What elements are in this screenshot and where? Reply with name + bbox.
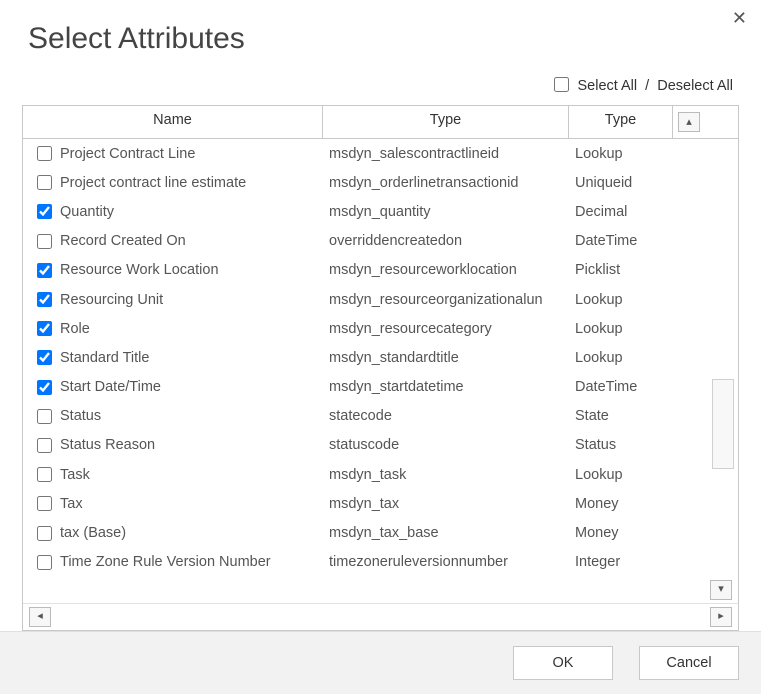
- row-type2: Decimal: [569, 204, 673, 220]
- row-type1: msdyn_quantity: [323, 204, 569, 220]
- table-row[interactable]: Record Created On overriddencreatedonDate…: [23, 227, 738, 256]
- row-name-label: Standard Title: [60, 350, 149, 366]
- row-name-label: Task: [60, 467, 90, 483]
- row-name-label: Status Reason: [60, 437, 155, 453]
- grid-body: Project Contract Line msdyn_salescontract…: [23, 139, 738, 577]
- select-all-separator: /: [641, 78, 653, 94]
- row-type2: Uniqueid: [569, 175, 673, 191]
- table-row[interactable]: Resourcing Unit msdyn_resourceorganizatio…: [23, 285, 738, 314]
- row-type2: Integer: [569, 554, 673, 570]
- row-checkbox[interactable]: [37, 467, 52, 482]
- row-name-label: Tax: [60, 496, 83, 512]
- cancel-button[interactable]: Cancel: [639, 646, 739, 680]
- row-type2: Status: [569, 437, 673, 453]
- row-checkbox[interactable]: [37, 175, 52, 190]
- row-name-label: Resourcing Unit: [60, 292, 163, 308]
- ok-button[interactable]: OK: [513, 646, 613, 680]
- table-row[interactable]: Resource Work Location msdyn_resourcework…: [23, 256, 738, 285]
- column-header-name[interactable]: Name: [23, 106, 323, 138]
- row-type1: msdyn_salescontractlineid: [323, 146, 569, 162]
- row-name-label: Record Created On: [60, 233, 186, 249]
- column-header-type1[interactable]: Type: [323, 106, 569, 138]
- row-checkbox[interactable]: [37, 263, 52, 278]
- scroll-up-icon[interactable]: ▴: [678, 112, 700, 132]
- attributes-grid: Name Type Type ▴ Project Contract Line ms…: [22, 105, 739, 631]
- row-type1: msdyn_tax: [323, 496, 569, 512]
- row-type1: msdyn_resourceworklocation: [323, 262, 569, 278]
- row-checkbox[interactable]: [37, 321, 52, 336]
- row-type1: msdyn_resourceorganizationalun: [323, 292, 569, 308]
- row-type1: msdyn_standardtitle: [323, 350, 569, 366]
- row-type1: statuscode: [323, 437, 569, 453]
- row-type1: msdyn_tax_base: [323, 525, 569, 541]
- scroll-down-area: ▾: [23, 577, 738, 603]
- table-row[interactable]: Quantity msdyn_quantityDecimal: [23, 197, 738, 226]
- row-type2: Money: [569, 496, 673, 512]
- horizontal-scrollbar: ◂ ▸: [23, 603, 738, 630]
- row-name-label: Project contract line estimate: [60, 175, 246, 191]
- row-type1: overriddencreatedon: [323, 233, 569, 249]
- table-row[interactable]: Tax msdyn_taxMoney: [23, 489, 738, 518]
- scroll-down-icon[interactable]: ▾: [710, 580, 732, 600]
- row-type2: Lookup: [569, 292, 673, 308]
- dialog-footer: OK Cancel: [0, 631, 761, 694]
- row-name-label: Start Date/Time: [60, 379, 161, 395]
- select-all-bar: Select All / Deselect All: [0, 70, 761, 105]
- select-attributes-dialog: ✕ Select Attributes Select All / Deselec…: [0, 0, 761, 679]
- row-type2: Lookup: [569, 467, 673, 483]
- close-icon[interactable]: ✕: [732, 8, 747, 29]
- row-type2: DateTime: [569, 379, 673, 395]
- row-checkbox[interactable]: [37, 555, 52, 570]
- table-row[interactable]: Status statecodeState: [23, 402, 738, 431]
- column-header-type2[interactable]: Type: [569, 106, 673, 138]
- row-type2: State: [569, 408, 673, 424]
- grid-header: Name Type Type ▴: [23, 106, 738, 139]
- row-type1: msdyn_resourcecategory: [323, 321, 569, 337]
- row-type1: msdyn_orderlinetransactionid: [323, 175, 569, 191]
- row-checkbox[interactable]: [37, 204, 52, 219]
- deselect-all-label[interactable]: Deselect All: [657, 78, 733, 94]
- table-row[interactable]: Role msdyn_resourcecategoryLookup: [23, 314, 738, 343]
- row-checkbox[interactable]: [37, 380, 52, 395]
- table-row[interactable]: Project Contract Line msdyn_salescontract…: [23, 139, 738, 168]
- row-name-label: Role: [60, 321, 90, 337]
- scroll-left-icon[interactable]: ◂: [29, 607, 51, 627]
- row-type2: DateTime: [569, 233, 673, 249]
- row-type1: timezoneruleversionnumber: [323, 554, 569, 570]
- row-type1: msdyn_task: [323, 467, 569, 483]
- table-row[interactable]: Standard Title msdyn_standardtitleLookup: [23, 343, 738, 372]
- scroll-right-icon[interactable]: ▸: [710, 607, 732, 627]
- table-row[interactable]: Project contract line estimate msdyn_orde…: [23, 168, 738, 197]
- dialog-title: Select Attributes: [0, 0, 761, 70]
- row-type2: Picklist: [569, 262, 673, 278]
- table-row[interactable]: Start Date/Time msdyn_startdatetimeDateTi…: [23, 373, 738, 402]
- select-all-label[interactable]: Select All: [577, 78, 637, 94]
- row-type1: msdyn_startdatetime: [323, 379, 569, 395]
- table-row[interactable]: Task msdyn_taskLookup: [23, 460, 738, 489]
- row-type1: statecode: [323, 408, 569, 424]
- row-checkbox[interactable]: [37, 292, 52, 307]
- row-checkbox[interactable]: [37, 234, 52, 249]
- scrollbar-thumb[interactable]: [712, 379, 734, 469]
- row-type2: Money: [569, 525, 673, 541]
- row-name-label: Time Zone Rule Version Number: [60, 554, 271, 570]
- row-type2: Lookup: [569, 146, 673, 162]
- row-name-label: Status: [60, 408, 101, 424]
- row-checkbox[interactable]: [37, 438, 52, 453]
- row-name-label: Resource Work Location: [60, 262, 219, 278]
- row-name-label: Quantity: [60, 204, 114, 220]
- row-type2: Lookup: [569, 350, 673, 366]
- table-row[interactable]: Status Reason statuscodeStatus: [23, 431, 738, 460]
- row-name-label: tax (Base): [60, 525, 126, 541]
- row-checkbox[interactable]: [37, 146, 52, 161]
- table-row[interactable]: Time Zone Rule Version Number timezonerul…: [23, 548, 738, 577]
- row-type2: Lookup: [569, 321, 673, 337]
- row-name-label: Project Contract Line: [60, 146, 195, 162]
- row-checkbox[interactable]: [37, 526, 52, 541]
- row-checkbox[interactable]: [37, 496, 52, 511]
- row-checkbox[interactable]: [37, 350, 52, 365]
- select-all-checkbox[interactable]: [554, 77, 569, 92]
- row-checkbox[interactable]: [37, 409, 52, 424]
- table-row[interactable]: tax (Base) msdyn_tax_baseMoney: [23, 518, 738, 547]
